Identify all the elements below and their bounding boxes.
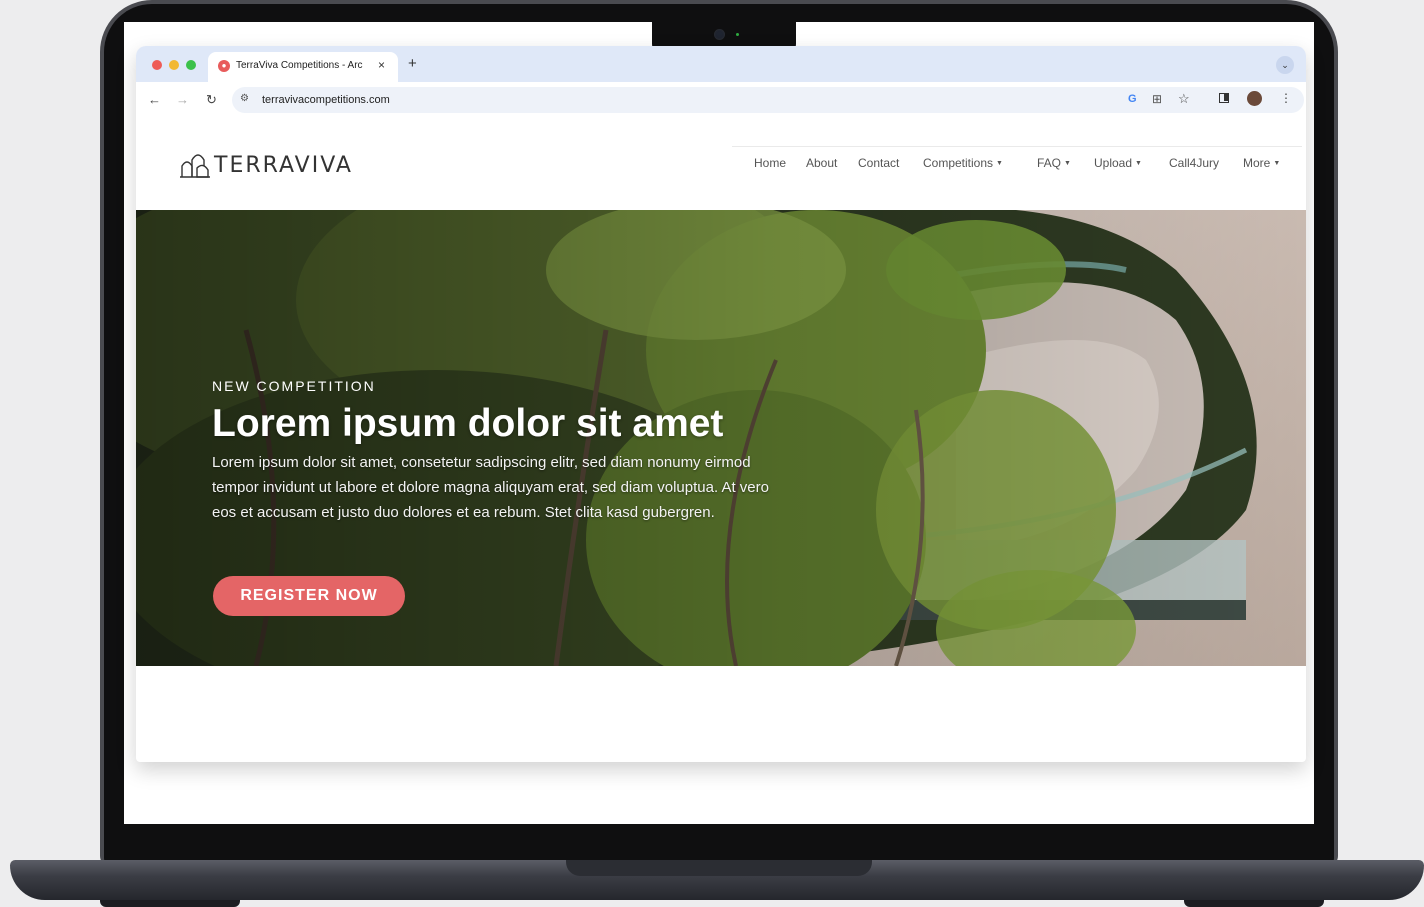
kebab-menu-icon[interactable]: ⋮ xyxy=(1280,91,1292,105)
hero-banner: NEW COMPETITION Lorem ipsum dolor sit am… xyxy=(136,210,1306,666)
laptop-foot-left xyxy=(100,900,240,907)
nav-more[interactable]: More ▼ xyxy=(1243,156,1280,170)
main-navigation: Home About Contact Competitions ▼ FAQ ▼ Up… xyxy=(732,146,1302,177)
chevron-down-icon: ▼ xyxy=(1135,160,1142,167)
site-header: TERRAVIVA Home About Contact Competition… xyxy=(136,118,1306,211)
hero-label: NEW COMPETITION xyxy=(212,378,376,394)
chevron-down-icon: ▼ xyxy=(1273,160,1281,167)
chevron-down-icon[interactable]: ⌄ xyxy=(1276,56,1294,74)
nav-upload[interactable]: Upload ▼ xyxy=(1094,156,1142,170)
profile-avatar[interactable] xyxy=(1247,91,1262,106)
forward-arrow-icon[interactable]: → xyxy=(176,92,189,107)
nav-faq[interactable]: FAQ ▼ xyxy=(1037,156,1071,170)
bookmark-star-icon[interactable]: ☆ xyxy=(1178,91,1190,107)
close-window-button[interactable] xyxy=(152,60,162,70)
laptop-foot-right xyxy=(1184,900,1324,907)
nav-call4jury[interactable]: Call4Jury xyxy=(1169,156,1219,170)
nav-competitions[interactable]: Competitions ▼ xyxy=(923,156,1003,170)
nav-more-label: More xyxy=(1243,156,1271,170)
chevron-down-icon: ▼ xyxy=(1064,160,1071,167)
google-icon[interactable]: G xyxy=(1128,93,1137,105)
address-bar[interactable]: ⚙ terravivacompetitions.com G ⊞ ☆ xyxy=(232,87,1304,113)
nav-call4jury-label: Call4Jury xyxy=(1169,156,1220,170)
hero-title: Lorem ipsum dolor sit amet xyxy=(212,402,724,445)
nav-faq-label: FAQ xyxy=(1037,156,1062,170)
site-settings-icon[interactable]: ⚙ xyxy=(240,93,249,104)
browser-toolbar: ← → ↻ ⚙ terravivacompetitions.com G ⊞ ☆ … xyxy=(136,82,1306,118)
minimize-window-button[interactable] xyxy=(169,60,179,70)
nav-home-label: Home xyxy=(754,156,787,170)
tab-bar: ● TerraViva Competitions - Arc × + ⌄ xyxy=(136,46,1306,82)
tab-title: TerraViva Competitions - Arc xyxy=(236,60,363,71)
nav-home[interactable]: Home xyxy=(754,156,786,170)
terraviva-logo-icon[interactable] xyxy=(180,152,210,178)
nav-contact-label: Contact xyxy=(858,156,900,170)
hero-description: Lorem ipsum dolor sit amet, consetetur s… xyxy=(212,454,769,521)
close-icon[interactable]: × xyxy=(378,58,385,72)
nav-about[interactable]: About xyxy=(806,156,837,170)
new-tab-button[interactable]: + xyxy=(408,55,417,72)
laptop-opening-lip xyxy=(566,860,872,876)
nav-about-label: About xyxy=(806,156,838,170)
back-arrow-icon[interactable]: ← xyxy=(148,92,161,107)
register-now-button[interactable]: REGISTER NOW xyxy=(213,576,405,616)
browser-tab[interactable]: ● TerraViva Competitions - Arc × xyxy=(208,52,398,82)
browser-window: ● TerraViva Competitions - Arc × + ⌄ ← →… xyxy=(136,46,1306,762)
reload-icon[interactable]: ↻ xyxy=(206,92,217,108)
nav-competitions-label: Competitions xyxy=(923,156,994,170)
maximize-window-button[interactable] xyxy=(186,60,196,70)
side-panel-icon[interactable] xyxy=(1219,93,1229,103)
url-text[interactable]: terravivacompetitions.com xyxy=(262,94,390,106)
camera-icon xyxy=(714,29,725,40)
terraviva-pin-icon: ● xyxy=(218,60,230,72)
camera-led xyxy=(736,33,739,36)
translate-icon[interactable]: ⊞ xyxy=(1152,92,1162,106)
nav-contact[interactable]: Contact xyxy=(858,156,899,170)
chevron-down-icon: ▼ xyxy=(996,160,1003,167)
nav-upload-label: Upload xyxy=(1094,156,1133,170)
site-logo-text[interactable]: TERRAVIVA xyxy=(214,153,353,178)
